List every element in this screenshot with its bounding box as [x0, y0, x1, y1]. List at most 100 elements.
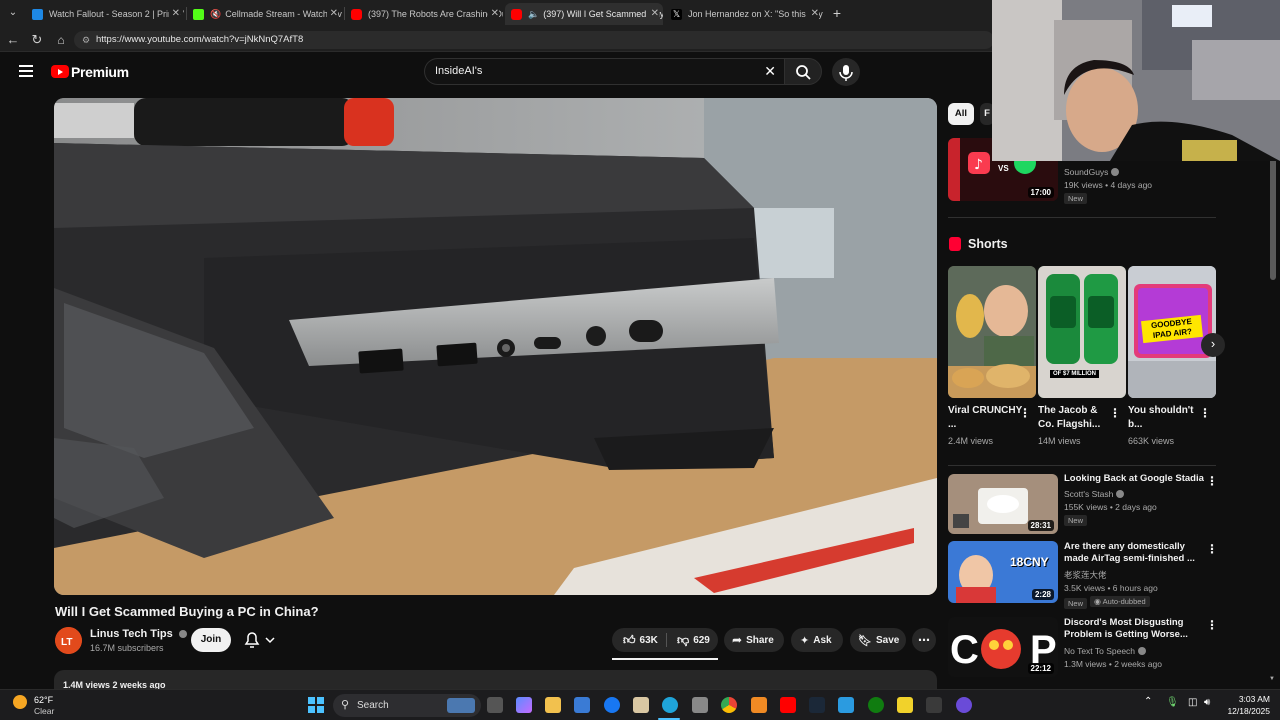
- share-button[interactable]: ➦ Share: [724, 628, 784, 652]
- youtube-logo-icon[interactable]: [51, 65, 69, 78]
- youtube-app-icon[interactable]: [780, 697, 796, 713]
- xbox-icon[interactable]: [868, 697, 884, 713]
- dislike-button[interactable]: 👎︎ 629: [668, 628, 718, 652]
- notification-bell-button[interactable]: [237, 628, 285, 652]
- short-title-2[interactable]: The Jacob & Co. Flagshi...: [1038, 404, 1116, 432]
- microphone-icon[interactable]: 🎙︎: [1166, 697, 1179, 708]
- chrome-icon[interactable]: [721, 697, 737, 713]
- related-thumbnail[interactable]: 28:31: [948, 474, 1058, 534]
- short-thumbnail-1[interactable]: [948, 266, 1036, 398]
- youtube-icon: [511, 8, 522, 20]
- shorts-next-chevron-icon[interactable]: ›: [1201, 333, 1225, 357]
- join-button[interactable]: Join: [191, 628, 231, 652]
- chevron-up-icon[interactable]: ⌃: [1144, 696, 1152, 707]
- like-button[interactable]: 👍︎ 63K: [612, 628, 666, 652]
- tab-fallout[interactable]: Watch Fallout - Season 2 | Prime V ✕: [26, 3, 184, 25]
- scroll-down-arrow-icon[interactable]: ▼: [1269, 676, 1275, 682]
- clock-date[interactable]: 12/18/2025: [1218, 706, 1270, 716]
- url-field[interactable]: ⚙ https://www.youtube.com/watch?v=jNkNnQ…: [74, 31, 994, 49]
- close-icon[interactable]: ✕: [807, 8, 819, 19]
- related-channel[interactable]: Scott's Stash: [1064, 488, 1125, 500]
- verified-icon: [1138, 647, 1147, 655]
- more-vertical-icon[interactable]: ⋮: [1109, 406, 1121, 420]
- ltt-logo-icon: LT: [55, 627, 82, 654]
- close-icon[interactable]: ✕: [168, 8, 180, 19]
- network-icon[interactable]: ◫: [1188, 697, 1197, 708]
- obs-icon[interactable]: [956, 697, 972, 713]
- close-icon[interactable]: ✕: [647, 8, 659, 19]
- weather-moon-icon[interactable]: [13, 695, 27, 709]
- microsoft-store-icon[interactable]: [574, 697, 590, 713]
- short-thumbnail-3[interactable]: GOODBYE IPAD AIR?: [1128, 266, 1216, 398]
- clock-time[interactable]: 3:03 AM: [1226, 694, 1270, 704]
- file-explorer-icon[interactable]: [545, 697, 561, 713]
- more-actions-button[interactable]: ⋯: [912, 628, 936, 652]
- video-player[interactable]: [54, 98, 937, 595]
- copilot-icon[interactable]: [516, 697, 532, 713]
- taskbar-search-box[interactable]: ⚲ Search: [333, 694, 481, 717]
- thumbnail-overlay-text: 18CNY: [1010, 555, 1049, 569]
- muted-speaker-icon[interactable]: 🔇: [210, 9, 221, 20]
- related-thumbnail[interactable]: 18CNY 2:28: [948, 541, 1058, 603]
- speaker-icon[interactable]: 🔈: [528, 9, 539, 20]
- more-vertical-icon[interactable]: ⋮: [1019, 406, 1031, 420]
- sticky-notes-icon[interactable]: [897, 697, 913, 713]
- search-input[interactable]: InsideAI's ✕: [424, 58, 784, 85]
- chip-all[interactable]: All: [948, 103, 974, 125]
- video-duration: 28:31: [1027, 520, 1054, 531]
- close-icon[interactable]: ✕: [326, 8, 338, 19]
- new-tab-icon[interactable]: +: [829, 5, 845, 21]
- related-channel[interactable]: No Text To Speech: [1064, 645, 1147, 657]
- clear-search-icon[interactable]: ✕: [764, 59, 776, 84]
- tab-active-scammed[interactable]: 🔈 (397) Will I Get Scammed Buy ✕: [505, 3, 663, 25]
- vlc-icon[interactable]: [751, 697, 767, 713]
- hamburger-menu-icon[interactable]: [19, 65, 33, 77]
- amazon-icon[interactable]: [633, 697, 649, 713]
- ask-button[interactable]: ✦ Ask: [791, 628, 843, 652]
- short-thumbnail-2[interactable]: OF $7 MILLION: [1038, 266, 1126, 398]
- steam-icon[interactable]: [809, 697, 825, 713]
- related-title[interactable]: Are there any domestically made AirTag s…: [1064, 541, 1204, 565]
- more-vertical-icon[interactable]: ⋮: [1199, 406, 1211, 420]
- tab-cellmade[interactable]: 🔇 Cellmade Stream - Watch Liv ✕: [187, 3, 342, 25]
- tab-x-post[interactable]: 𝕏 Jon Hernandez on X: "So this guy ✕: [665, 3, 823, 25]
- related-title[interactable]: Discord's Most Disgusting Problem is Get…: [1064, 617, 1204, 641]
- back-arrow-icon[interactable]: ←: [5, 32, 21, 48]
- related-channel[interactable]: SoundGuys: [1064, 166, 1120, 178]
- tab-robots[interactable]: (397) The Robots Are Crashing Ou ✕: [345, 3, 503, 25]
- settings-icon[interactable]: [926, 697, 942, 713]
- bookmark-icon: 🔖︎: [858, 634, 872, 647]
- related-thumbnail[interactable]: C P 22:12: [948, 617, 1058, 677]
- home-icon[interactable]: ⌂: [53, 32, 69, 48]
- like-count: 63K: [639, 634, 658, 646]
- site-info-icon[interactable]: ⚙: [82, 31, 90, 49]
- youtube-premium-logo[interactable]: Premium: [71, 64, 129, 80]
- short-title-3[interactable]: You shouldn't b...: [1128, 404, 1206, 432]
- more-vertical-icon[interactable]: ⋮: [1206, 618, 1218, 632]
- more-vertical-icon[interactable]: ⋮: [1206, 542, 1218, 556]
- tab-list-icon[interactable]: ⌄: [5, 5, 21, 21]
- short-title-1[interactable]: Viral CRUNCHY ...: [948, 404, 1026, 432]
- save-button[interactable]: 🔖︎ Save: [850, 628, 906, 652]
- weather-temp[interactable]: 62°F: [34, 695, 53, 705]
- related-title[interactable]: Looking Back at Google Stadia: [1064, 473, 1204, 485]
- tab-title: Watch Fallout - Season 2 | Prime V: [49, 9, 184, 19]
- channel-avatar[interactable]: LT: [55, 627, 82, 654]
- volume-icon[interactable]: 🔊︎: [1204, 697, 1210, 708]
- windows-start-icon[interactable]: [308, 697, 324, 713]
- app-icon[interactable]: [838, 697, 854, 713]
- verified-icon: [178, 630, 187, 638]
- task-view-icon[interactable]: [487, 697, 503, 713]
- edge-icon[interactable]: [662, 697, 678, 713]
- facebook-icon[interactable]: [604, 697, 620, 713]
- channel-name[interactable]: Linus Tech Tips: [90, 628, 187, 640]
- search-icon: ⚲: [341, 699, 350, 711]
- reload-icon[interactable]: ↻: [29, 32, 45, 48]
- voice-search-button[interactable]: [832, 58, 860, 86]
- short-watch-thumbnail: [1038, 266, 1126, 398]
- search-button[interactable]: [784, 58, 822, 85]
- calculator-icon[interactable]: [692, 697, 708, 713]
- related-channel[interactable]: 老浆莲大佬: [1064, 569, 1107, 581]
- more-vertical-icon[interactable]: ⋮: [1206, 474, 1218, 488]
- close-icon[interactable]: ✕: [487, 8, 499, 19]
